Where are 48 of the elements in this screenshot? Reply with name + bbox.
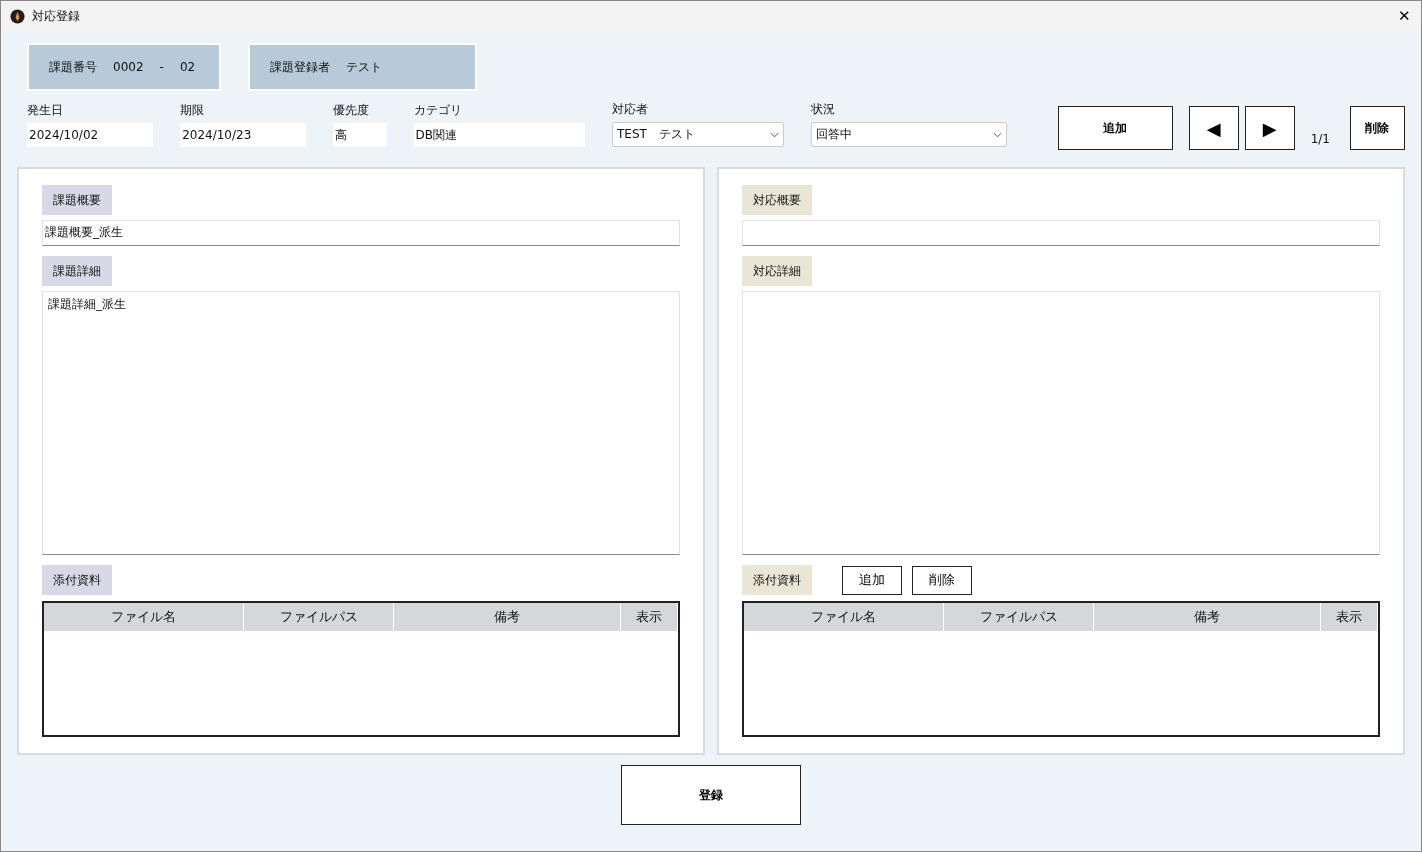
issue-number-separator: - — [159, 60, 164, 74]
column-header: ファイルパス — [244, 603, 394, 631]
section-label: 課題詳細 — [42, 256, 112, 286]
section-label: 対応詳細 — [742, 256, 812, 286]
dropdown[interactable]: TEST テスト — [612, 122, 784, 147]
column-header: ファイル名 — [744, 603, 944, 631]
app-logo-icon — [10, 8, 25, 24]
column-header: 表示 — [621, 603, 678, 631]
delete-button[interactable]: 削除 — [1350, 106, 1405, 150]
section-label: 添付資料 — [742, 565, 812, 595]
close-button[interactable]: ✕ — [1389, 1, 1419, 31]
registrant-value: テスト — [346, 58, 382, 76]
text-field[interactable]: 高 — [333, 123, 387, 147]
field-label: 優先度 — [333, 102, 371, 119]
chevron-icon — [769, 131, 779, 138]
add-button[interactable]: 追加 — [1057, 106, 1173, 150]
registrant-label: 課題登録者 — [270, 58, 330, 76]
field-label: 期限 — [180, 102, 206, 119]
chevron-icon — [992, 131, 1002, 138]
field-label: 状況 — [810, 101, 836, 118]
register-button[interactable]: 登録 — [621, 765, 801, 825]
column-header: 備考 — [1094, 603, 1321, 631]
attachment-button[interactable]: 削除 — [912, 565, 972, 595]
summary-field[interactable] — [742, 220, 1380, 246]
column-header: ファイル名 — [44, 603, 244, 631]
section-label: 添付資料 — [42, 565, 112, 595]
field-label: 発生日 — [27, 102, 64, 119]
detail-textarea[interactable]: 課題詳細_派生 — [42, 291, 680, 555]
section-label: 課題概要 — [42, 185, 112, 215]
issue-branch-value: 02 — [179, 60, 196, 74]
field-label: カテゴリ — [413, 102, 463, 119]
summary-field[interactable]: 課題概要_派生 — [42, 220, 680, 246]
next-button[interactable]: ▶ — [1244, 106, 1295, 150]
previous-button[interactable]: ◀ — [1188, 106, 1239, 150]
section-label: 対応概要 — [742, 185, 812, 215]
attachment-button[interactable]: 追加 — [842, 565, 902, 595]
dropdown[interactable]: 回答中 — [810, 122, 1007, 147]
issue-number-value: 0002 — [113, 60, 144, 74]
column-header: 表示 — [1321, 603, 1378, 631]
text-field[interactable]: DB関連 — [413, 123, 586, 147]
column-header: 備考 — [394, 603, 621, 631]
page-indicator: 1/1 — [1310, 132, 1330, 146]
issue-number-label: 課題番号 — [49, 58, 97, 76]
window-title: 対応登録 — [32, 7, 80, 25]
text-field[interactable]: 2024/10/02 — [27, 123, 154, 147]
text-field[interactable]: 2024/10/23 — [180, 123, 307, 147]
field-label: 対応者 — [612, 101, 650, 118]
column-header: ファイルパス — [944, 603, 1094, 631]
